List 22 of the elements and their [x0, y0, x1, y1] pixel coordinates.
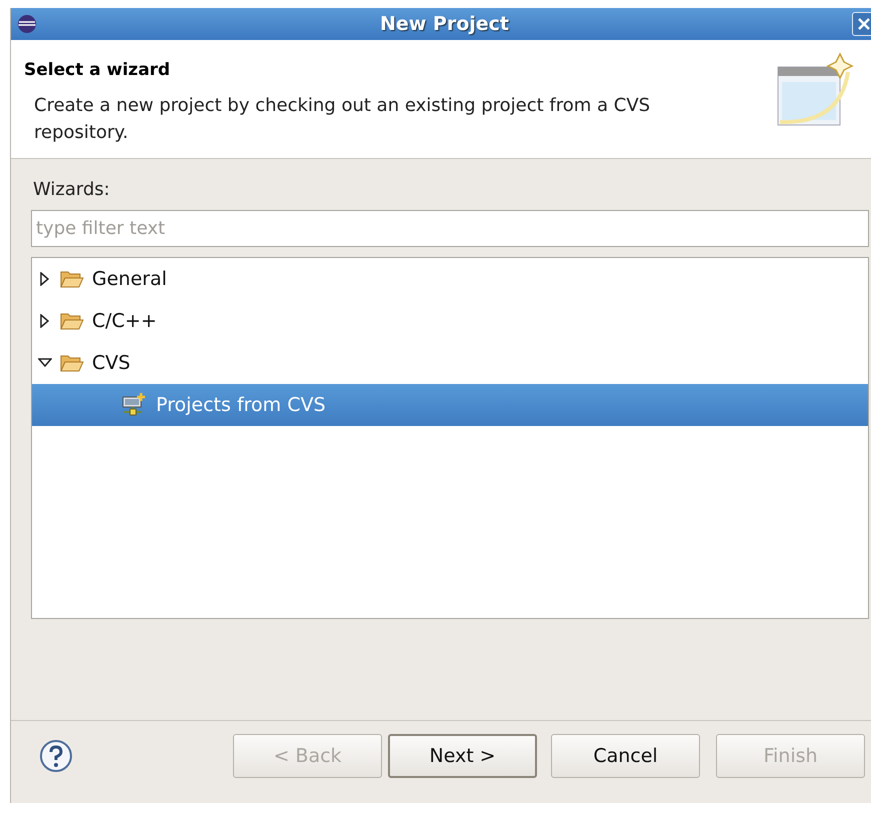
tree-item[interactable]: C/C++ — [32, 300, 868, 342]
folder-icon — [60, 353, 84, 373]
close-icon — [858, 18, 870, 30]
wizards-label: Wizards: — [33, 179, 111, 200]
folder-icon — [60, 269, 84, 289]
collapse-arrow-icon[interactable] — [38, 356, 52, 370]
wizard-button[interactable]: Cancel — [551, 734, 700, 778]
app-logo-icon — [17, 14, 37, 34]
filter-field[interactable]: type filter text — [31, 210, 869, 247]
tree-item[interactable]: General — [32, 258, 868, 300]
repository-icon — [122, 393, 148, 417]
wizard-button[interactable]: Next > — [388, 734, 537, 778]
header-title: Select a wizard — [24, 60, 172, 80]
expand-arrow-icon[interactable] — [38, 272, 52, 286]
header-description: Create a new project by checking out an existing project from a CVS repository. — [34, 94, 652, 145]
help-icon[interactable] — [39, 739, 73, 773]
expand-arrow-icon[interactable] — [38, 314, 52, 328]
folder-icon — [60, 311, 84, 331]
tree-item[interactable]: Projects from CVS — [32, 384, 868, 426]
close-button[interactable] — [852, 12, 871, 36]
window-title: New Project — [378, 13, 510, 35]
tree-item[interactable]: CVS — [32, 342, 868, 384]
